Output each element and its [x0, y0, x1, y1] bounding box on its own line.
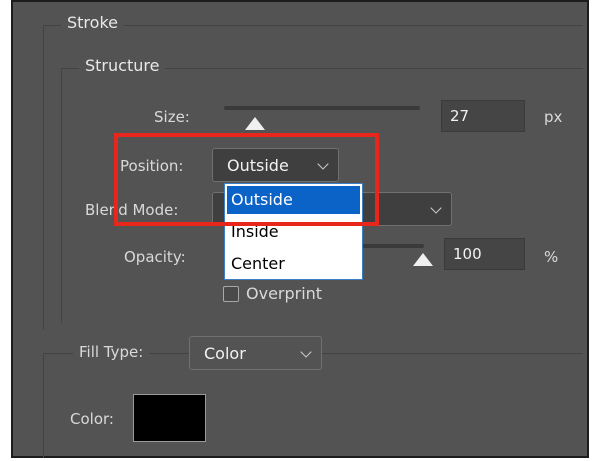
annotation-highlight-box: [114, 133, 379, 226]
structure-legend: Structure: [79, 56, 166, 75]
size-slider-thumb[interactable]: [245, 117, 265, 130]
overprint-checkbox[interactable]: [223, 286, 239, 302]
fill-group-border-left: [43, 353, 44, 458]
chevron-down-icon: [300, 346, 312, 358]
overprint-label: Overprint: [246, 284, 323, 303]
chevron-down-icon: [430, 202, 442, 214]
opacity-label: Opacity:: [124, 248, 186, 266]
fill-type-label: Fill Type:: [73, 343, 150, 361]
opacity-unit: %: [544, 248, 559, 266]
size-unit: px: [544, 108, 563, 126]
color-label: Color:: [70, 410, 114, 428]
structure-group-border-left: [61, 68, 62, 323]
position-option-center[interactable]: Center: [227, 250, 360, 278]
stroke-group-border: [43, 25, 583, 26]
opacity-slider-thumb[interactable]: [413, 253, 433, 266]
stroke-legend: Stroke: [61, 13, 124, 32]
size-label: Size:: [154, 108, 190, 126]
fill-type-select[interactable]: Color: [189, 336, 322, 370]
size-slider[interactable]: [224, 106, 420, 110]
stroke-group-border-left: [43, 25, 44, 330]
fill-type-selected-value: Color: [204, 344, 246, 363]
size-input[interactable]: 27: [441, 100, 525, 132]
layer-style-panel: Stroke Structure Size: 27 px Position: O…: [11, 0, 589, 458]
opacity-input[interactable]: 100: [444, 238, 525, 270]
color-swatch[interactable]: [133, 394, 206, 442]
